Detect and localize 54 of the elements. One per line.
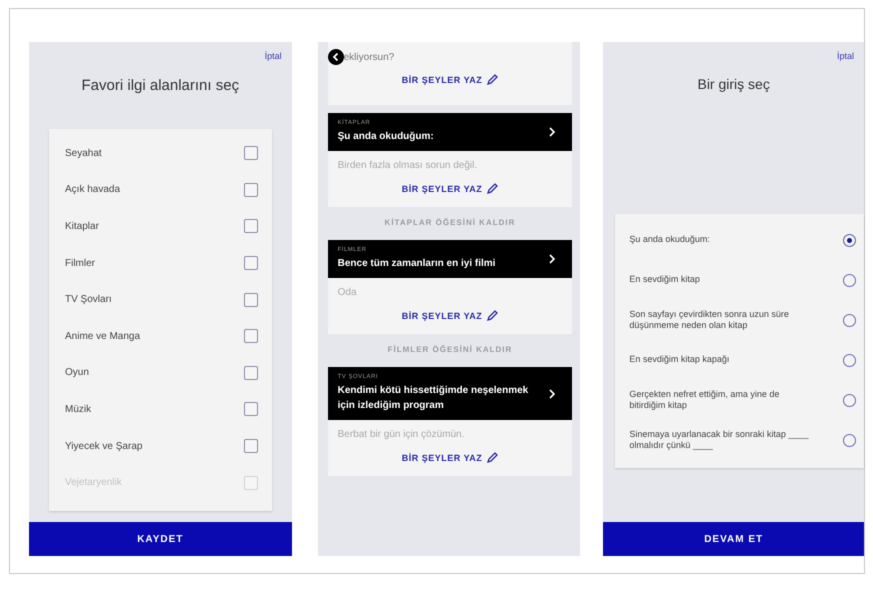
checkbox[interactable] bbox=[244, 329, 258, 344]
checkbox[interactable] bbox=[244, 219, 258, 234]
interest-label: Yiyecek ve Şarap bbox=[65, 440, 142, 452]
checkbox[interactable] bbox=[244, 292, 258, 307]
option-label: Sinemaya uyarlanacak bir sonraki kitap ____ olmalıdır çünkü ____ bbox=[629, 428, 810, 452]
interest-label: Oyun bbox=[65, 367, 89, 378]
chevron-right-icon bbox=[548, 388, 556, 398]
write-link[interactable]: BİR ŞEYLER YAZ bbox=[338, 74, 562, 86]
screen-title: Favori ilgi alanlarını seç bbox=[80, 77, 240, 94]
continue-button[interactable]: DEVAM ET bbox=[603, 522, 864, 556]
checkbox[interactable] bbox=[244, 366, 258, 380]
screen-title: Bir giriş seç bbox=[696, 76, 771, 92]
entry-title: Kendimi kötü hissettiğimde neşelenmek için izlediğim program bbox=[338, 384, 530, 413]
checkbox[interactable] bbox=[244, 146, 258, 160]
interest-label: Müzik bbox=[65, 404, 92, 415]
chevron-right-icon bbox=[548, 254, 556, 264]
radio-button[interactable] bbox=[842, 274, 856, 286]
cancel-link[interactable]: İptal bbox=[264, 51, 282, 65]
checkbox[interactable] bbox=[244, 402, 258, 416]
prompt-text: ekliyorsun? bbox=[344, 52, 394, 62]
chevron-right-icon bbox=[548, 127, 556, 137]
cancel-link[interactable]: İptal bbox=[836, 51, 854, 65]
hint-text: Oda bbox=[338, 286, 358, 298]
entry-title: Bence tüm zamanların en iyi filmi bbox=[338, 257, 496, 271]
entry-title: Şu anda okuduğum: bbox=[338, 130, 434, 144]
interest-label: Kitaplar bbox=[65, 220, 99, 232]
option-label: Şu anda okuduğum: bbox=[629, 234, 710, 246]
interest-label: Seyahat bbox=[65, 148, 102, 159]
radio-button[interactable] bbox=[842, 394, 856, 406]
checkbox[interactable] bbox=[244, 256, 258, 270]
checkbox[interactable] bbox=[244, 439, 258, 454]
option-label: Gerçekten nefret ettiğim, ama yine de bitirdiğim kitap bbox=[629, 388, 780, 412]
pencil-icon bbox=[486, 183, 498, 195]
radio-button[interactable] bbox=[842, 234, 856, 246]
write-link[interactable]: BİR ŞEYLER YAZ bbox=[338, 183, 562, 195]
radio-button[interactable] bbox=[842, 434, 856, 446]
radio-button[interactable] bbox=[842, 354, 856, 366]
hint-text: Berbat bir gün için çözümün. bbox=[338, 428, 466, 440]
interest-label: Filmler bbox=[65, 258, 95, 269]
option-label: Son sayfayı çevirdikten sonra uzun süre düşünmeme neden olan kitap bbox=[629, 308, 790, 332]
write-link[interactable]: BİR ŞEYLER YAZ bbox=[338, 452, 562, 464]
write-link[interactable]: BİR ŞEYLER YAZ bbox=[338, 310, 562, 322]
pencil-icon bbox=[486, 310, 498, 322]
checkbox[interactable] bbox=[244, 182, 258, 197]
interest-label: TV Şovları bbox=[65, 294, 112, 306]
pencil-icon bbox=[486, 452, 498, 464]
interest-label: Açık havada bbox=[65, 184, 120, 196]
option-label: En sevdiğim kitap bbox=[629, 274, 700, 286]
interest-label: Anime ve Manga bbox=[65, 330, 140, 342]
pencil-icon bbox=[486, 74, 498, 86]
radio-button[interactable] bbox=[842, 314, 856, 326]
save-button[interactable]: KAYDET bbox=[29, 522, 292, 556]
option-label: En sevdiğim kitap kapağı bbox=[629, 354, 730, 366]
hint-text: Birden fazla olması sorun değil. bbox=[338, 159, 478, 171]
